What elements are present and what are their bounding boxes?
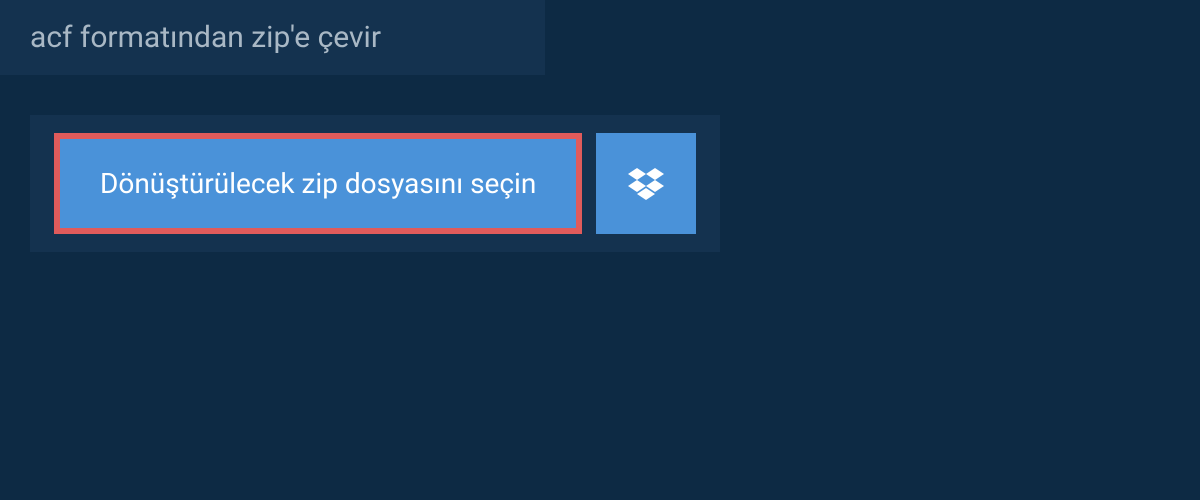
- select-file-label: Dönüştürülecek zip dosyasını seçin: [100, 167, 536, 200]
- dropbox-button[interactable]: [596, 133, 696, 234]
- header-bar: acf formatından zip'e çevir: [0, 0, 545, 75]
- select-file-button[interactable]: Dönüştürülecek zip dosyasını seçin: [54, 133, 582, 234]
- button-panel: Dönüştürülecek zip dosyasını seçin: [30, 115, 720, 252]
- page-title: acf formatından zip'e çevir: [30, 20, 515, 55]
- dropbox-icon: [628, 168, 664, 200]
